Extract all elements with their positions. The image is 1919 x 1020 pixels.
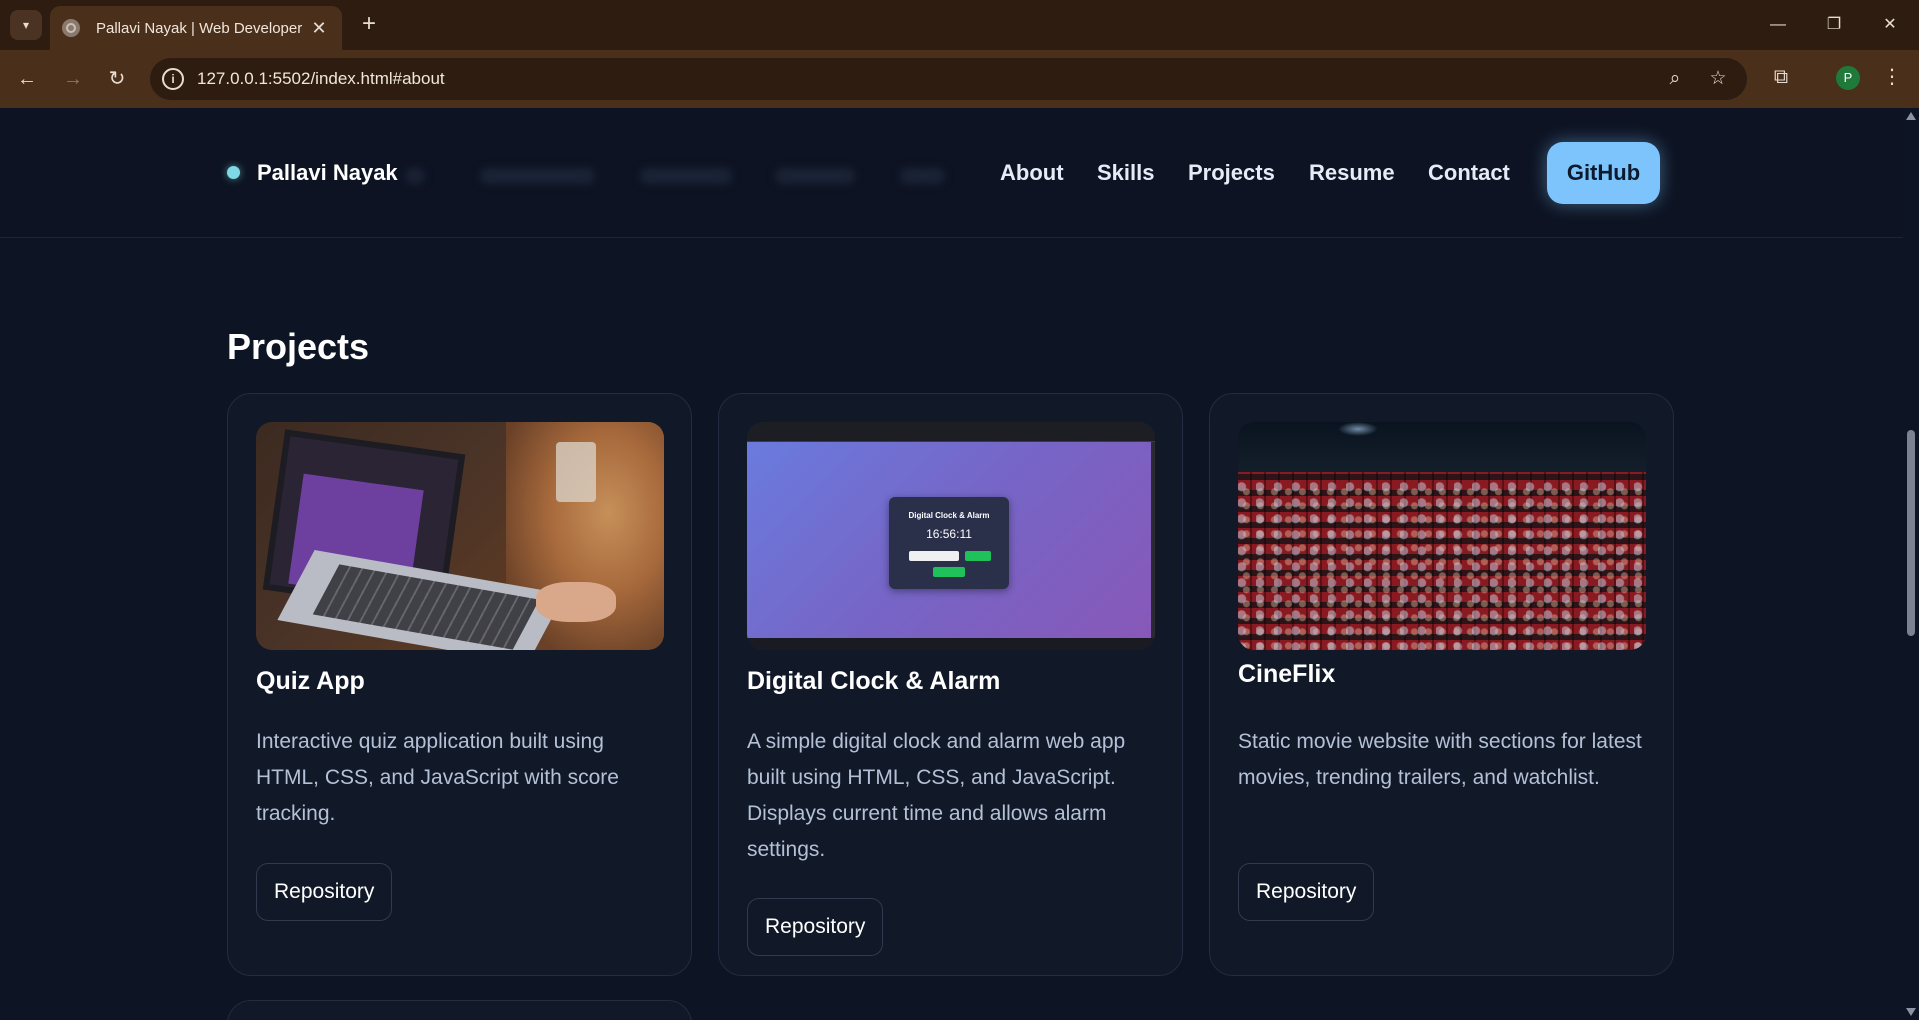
project-card-digital-clock: Digital Clock & Alarm 16:56:11 Digital C…: [718, 393, 1183, 976]
browser-menu-icon[interactable]: ⋮: [1880, 62, 1904, 92]
brand-dot-icon: [227, 166, 240, 179]
new-tab-plus-icon[interactable]: +: [354, 10, 384, 40]
scroll-thumb[interactable]: [1907, 430, 1915, 636]
globe-icon: [62, 19, 80, 37]
project-description: Static movie website with sections for l…: [1238, 730, 1642, 789]
browser-toolbar: ← → ↻ i 127.0.0.1:5502/index.html#about …: [0, 50, 1919, 108]
back-arrow-icon[interactable]: ←: [10, 62, 44, 96]
browser-tab-strip: ▾ Pallavi Nayak | Web Developer ✕ + — ❐ …: [0, 0, 1919, 50]
clock-screenshot-heading: Digital Clock & Alarm: [908, 511, 990, 520]
tab-title: Pallavi Nayak | Web Developer: [96, 19, 303, 37]
zoom-magnifier-icon[interactable]: ⌕: [1660, 64, 1690, 94]
project-title: Quiz App: [256, 667, 365, 695]
page-scrollbar[interactable]: [1903, 108, 1919, 1020]
page-viewport: Pallavi Nayak About Skills Projects Resu…: [0, 108, 1903, 1020]
project-card-cineflix: CineFlix Static movie website with secti…: [1209, 393, 1674, 976]
scroll-blur-ghost: [640, 168, 732, 184]
repository-button[interactable]: Repository: [1238, 863, 1375, 921]
nav-contact[interactable]: Contact: [1428, 160, 1510, 186]
scroll-down-arrow-icon[interactable]: [1906, 1008, 1916, 1016]
repository-button[interactable]: Repository: [747, 898, 884, 956]
project-card-quiz-app: Quiz App Interactive quiz application bu…: [227, 393, 692, 976]
close-tab-icon[interactable]: ✕: [308, 18, 330, 39]
profile-avatar[interactable]: P: [1836, 66, 1860, 90]
minimize-icon[interactable]: —: [1758, 8, 1798, 42]
nav-skills[interactable]: Skills: [1097, 160, 1154, 186]
forward-arrow-icon[interactable]: →: [56, 62, 90, 96]
nav-projects[interactable]: Projects: [1188, 160, 1275, 186]
scroll-blur-ghost: [480, 168, 595, 184]
site-info-icon[interactable]: i: [162, 68, 184, 90]
project-card-partial: [227, 1000, 692, 1020]
tab-search-chevron-icon[interactable]: ▾: [10, 10, 42, 40]
site-header: Pallavi Nayak About Skills Projects Resu…: [0, 108, 1903, 238]
url-text[interactable]: 127.0.0.1:5502/index.html#about: [197, 69, 445, 89]
extensions-puzzle-icon[interactable]: ⧉: [1766, 62, 1796, 92]
cineflix-image: [1238, 422, 1646, 650]
window-close-icon[interactable]: ✕: [1870, 8, 1910, 42]
repository-button[interactable]: Repository: [256, 863, 393, 921]
restore-icon[interactable]: ❐: [1814, 8, 1854, 42]
project-description: A simple digital clock and alarm web app…: [747, 730, 1126, 861]
reload-icon[interactable]: ↻: [100, 62, 134, 96]
scroll-up-arrow-icon[interactable]: [1906, 112, 1916, 120]
projects-heading: Projects: [227, 326, 370, 367]
nav-about[interactable]: About: [1000, 160, 1064, 186]
scroll-blur-ghost: [775, 168, 855, 184]
browser-tab[interactable]: Pallavi Nayak | Web Developer ✕: [50, 6, 342, 50]
quiz-app-image: [256, 422, 664, 650]
brand-name[interactable]: Pallavi Nayak: [257, 160, 398, 186]
project-title: Digital Clock & Alarm: [747, 667, 1001, 695]
clock-screenshot-time: 16:56:11: [926, 527, 972, 541]
bookmark-star-icon[interactable]: ☆: [1703, 64, 1733, 94]
nav-resume[interactable]: Resume: [1309, 160, 1395, 186]
address-bar[interactable]: i 127.0.0.1:5502/index.html#about ⌕ ☆: [150, 58, 1747, 100]
scroll-blur-ghost: [900, 168, 945, 184]
github-button[interactable]: GitHub: [1547, 142, 1660, 204]
scroll-blur-ghost: [405, 168, 425, 184]
digital-clock-image: Digital Clock & Alarm 16:56:11: [747, 422, 1155, 650]
project-description: Interactive quiz application built using…: [256, 730, 619, 825]
project-title: CineFlix: [1238, 660, 1336, 688]
